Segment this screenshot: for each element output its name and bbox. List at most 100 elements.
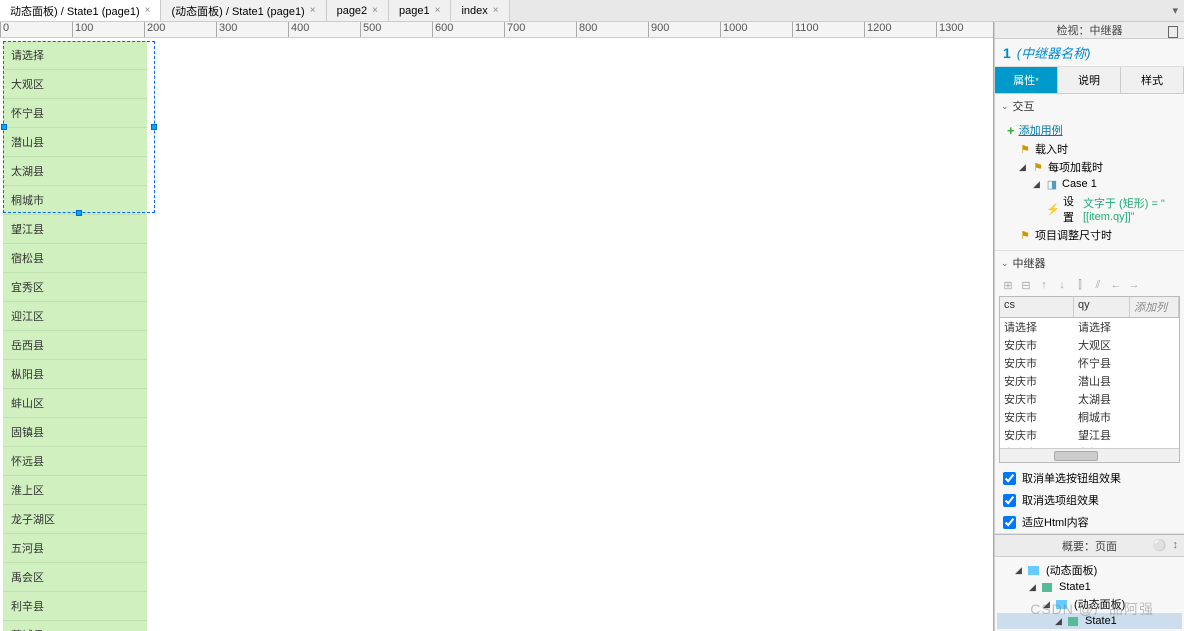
repeater-header[interactable]: ⌄ 中继器 (995, 251, 1184, 275)
tree-toggle-icon[interactable]: ◢ (1043, 599, 1052, 610)
event-onload[interactable]: ⚑ 载入时 (1001, 140, 1184, 158)
table-row[interactable]: 安庆市望江县 (1000, 426, 1179, 444)
list-item[interactable]: 请选择 (3, 41, 147, 70)
event-item-load[interactable]: ◢ ⚑ 每项加载时 (1001, 158, 1184, 176)
element-name[interactable]: (中继器名称) (1017, 43, 1091, 62)
document-tab[interactable]: page2× (327, 0, 389, 21)
list-item[interactable]: 蚌山区 (3, 389, 147, 418)
tree-toggle-icon[interactable]: ◢ (1015, 565, 1024, 576)
list-item[interactable]: 五河县 (3, 534, 147, 563)
outline-item[interactable]: ◢(动态面板) (997, 561, 1182, 579)
list-item[interactable]: 蒙城县 (3, 621, 147, 631)
close-icon[interactable]: × (372, 5, 378, 16)
close-icon[interactable]: × (435, 5, 441, 16)
cell-cs[interactable]: 安庆市 (1000, 390, 1074, 408)
column-header-qy[interactable]: qy (1074, 297, 1130, 317)
tool-move-up[interactable]: ↑ (1037, 279, 1051, 292)
tool-move-down[interactable]: ↓ (1055, 279, 1069, 292)
list-item[interactable]: 桐城市 (3, 186, 147, 215)
tree-toggle-icon[interactable]: ◢ (1019, 162, 1028, 173)
tool-insert-row[interactable]: ⊞ (1001, 279, 1015, 292)
cell-cs[interactable]: 请选择 (1000, 318, 1074, 336)
cell-qy[interactable]: 望江县 (1074, 426, 1130, 444)
checkbox-cancel-option[interactable]: 取消选项组效果 (995, 489, 1184, 511)
list-item[interactable]: 怀宁县 (3, 99, 147, 128)
event-item-resize[interactable]: ⚑ 项目调整尺寸时 (1001, 226, 1184, 244)
cell-qy[interactable]: 请选择 (1074, 318, 1130, 336)
checkbox-fit-html[interactable]: 适应Html内容 (995, 511, 1184, 533)
column-header-add[interactable]: 添加列 (1130, 297, 1179, 317)
close-icon[interactable]: × (145, 5, 151, 16)
horizontal-scrollbar[interactable] (1000, 448, 1179, 462)
cell-cs[interactable]: 安庆市 (1000, 336, 1074, 354)
cell-qy[interactable]: 潜山县 (1074, 372, 1130, 390)
tab-style[interactable]: 样式 (1121, 67, 1184, 93)
canvas-content[interactable]: 请选择大观区怀宁县潜山县太湖县桐城市望江县宿松县宜秀区迎江区岳西县枞阳县蚌山区固… (0, 38, 993, 631)
scroll-thumb[interactable] (1054, 451, 1099, 461)
tree-toggle-icon[interactable]: ◢ (1029, 582, 1038, 593)
table-row[interactable]: 安庆市大观区 (1000, 336, 1179, 354)
list-item[interactable]: 利辛县 (3, 592, 147, 621)
resize-handle-right[interactable] (151, 124, 157, 130)
checkbox-input[interactable] (1003, 472, 1016, 485)
column-header-cs[interactable]: cs (1000, 297, 1074, 317)
list-item[interactable]: 太湖县 (3, 157, 147, 186)
list-item[interactable]: 宜秀区 (3, 273, 147, 302)
tabs-overflow-caret[interactable]: ▾ (1166, 0, 1184, 21)
tab-properties[interactable]: 属性* (995, 67, 1058, 93)
checkbox-input[interactable] (1003, 516, 1016, 529)
add-case-link[interactable]: + 添加用例 (1001, 120, 1184, 140)
interactions-header[interactable]: ⌄ 交互 (995, 94, 1184, 118)
cell-cs[interactable]: 安庆市 (1000, 354, 1074, 372)
tree-toggle-icon[interactable]: ◢ (1055, 616, 1064, 627)
list-item[interactable]: 大观区 (3, 70, 147, 99)
tree-toggle-icon[interactable]: ◢ (1033, 179, 1042, 190)
case-1[interactable]: ◢ ◨ Case 1 (1001, 176, 1184, 192)
table-row[interactable]: 安庆市太湖县 (1000, 390, 1179, 408)
document-tab[interactable]: (动态面板) / State1 (page1)× (161, 0, 326, 21)
cell-qy[interactable]: 怀宁县 (1074, 354, 1130, 372)
table-row[interactable]: 安庆市桐城市 (1000, 408, 1179, 426)
action-set-text[interactable]: ⚡ 设置 文字于 (矩形) = "[[item.qy]]" (1001, 192, 1184, 226)
outline-item[interactable]: ◢(动态面板) (997, 595, 1182, 613)
filter-icon[interactable]: ⚪ (1153, 539, 1167, 552)
close-icon[interactable]: × (493, 5, 499, 16)
document-tab[interactable]: 动态面板) / State1 (page1)× (0, 0, 161, 21)
repeater-list[interactable]: 请选择大观区怀宁县潜山县太湖县桐城市望江县宿松县宜秀区迎江区岳西县枞阳县蚌山区固… (3, 41, 147, 631)
table-row[interactable]: 请选择请选择 (1000, 318, 1179, 336)
list-item[interactable]: 怀远县 (3, 447, 147, 476)
list-item[interactable]: 迎江区 (3, 302, 147, 331)
document-tab[interactable]: index× (451, 0, 509, 21)
list-item[interactable]: 宿松县 (3, 244, 147, 273)
tool-move-right[interactable]: → (1127, 279, 1141, 292)
close-icon[interactable]: × (310, 5, 316, 16)
list-item[interactable]: 固镇县 (3, 418, 147, 447)
list-item[interactable]: 潜山县 (3, 128, 147, 157)
list-item[interactable]: 龙子湖区 (3, 505, 147, 534)
list-item[interactable]: 望江县 (3, 215, 147, 244)
outline-item[interactable]: ◢State1 (997, 613, 1182, 629)
doc-icon[interactable] (1168, 26, 1178, 38)
checkbox-input[interactable] (1003, 494, 1016, 507)
outline-item[interactable]: ◢State1 (997, 579, 1182, 595)
list-item[interactable]: 禹会区 (3, 563, 147, 592)
cell-qy[interactable]: 桐城市 (1074, 408, 1130, 426)
table-row[interactable]: 安庆市潜山县 (1000, 372, 1179, 390)
cell-cs[interactable]: 安庆市 (1000, 408, 1074, 426)
tool-delete-row[interactable]: ⊟ (1019, 279, 1033, 292)
tool-insert-col[interactable]: ⫿ (1073, 279, 1087, 292)
checkbox-cancel-radio[interactable]: 取消单选按钮组效果 (995, 467, 1184, 489)
cell-qy[interactable]: 太湖县 (1074, 390, 1130, 408)
cell-qy[interactable]: 大观区 (1074, 336, 1130, 354)
tab-notes[interactable]: 说明 (1058, 67, 1121, 93)
repeater-data-table[interactable]: cs qy 添加列 请选择请选择安庆市大观区安庆市怀宁县安庆市潜山县安庆市太湖县… (999, 296, 1180, 463)
tool-move-left[interactable]: ← (1109, 279, 1123, 292)
cell-cs[interactable]: 安庆市 (1000, 426, 1074, 444)
list-item[interactable]: 岳西县 (3, 331, 147, 360)
table-row[interactable]: 安庆市怀宁县 (1000, 354, 1179, 372)
list-item[interactable]: 淮上区 (3, 476, 147, 505)
list-item[interactable]: 枞阳县 (3, 360, 147, 389)
cell-cs[interactable]: 安庆市 (1000, 372, 1074, 390)
sort-icon[interactable]: ↕ (1173, 539, 1179, 552)
document-tab[interactable]: page1× (389, 0, 451, 21)
